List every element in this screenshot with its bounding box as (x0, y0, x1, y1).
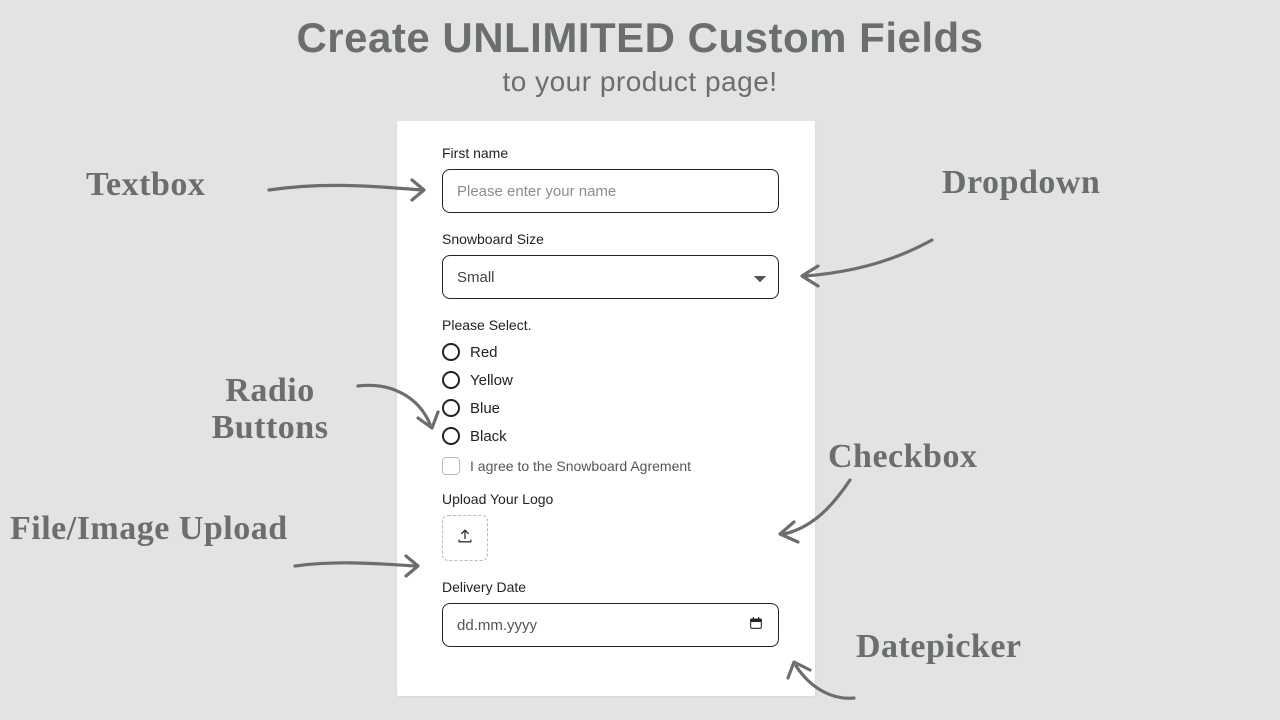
callout-upload: File/Image Upload (10, 510, 288, 547)
agreement-checkbox[interactable]: I agree to the Snowboard Agrement (442, 457, 779, 475)
date-label: Delivery Date (442, 579, 779, 595)
upload-label: Upload Your Logo (442, 491, 779, 507)
radio-label: Blue (470, 400, 500, 417)
radio-icon (442, 427, 460, 445)
radio-label: Red (470, 344, 498, 361)
radio-label: Black (470, 428, 507, 445)
radio-option-yellow[interactable]: Yellow (442, 371, 779, 389)
callout-radio: Radio Buttons (170, 372, 370, 447)
headline-title: Create UNLIMITED Custom Fields (0, 14, 1280, 62)
radio-icon (442, 343, 460, 361)
radio-option-red[interactable]: Red (442, 343, 779, 361)
callout-dropdown: Dropdown (942, 164, 1100, 202)
calendar-icon (748, 615, 764, 635)
agreement-label: I agree to the Snowboard Agrement (470, 458, 691, 474)
checkbox-icon (442, 457, 460, 475)
radio-block: Please Select. Red Yellow Blue Black (442, 317, 779, 475)
first-name-block: First name (442, 145, 779, 213)
form-card: First name Snowboard Size Small Please S… (397, 121, 815, 696)
radio-option-black[interactable]: Black (442, 427, 779, 445)
radio-option-blue[interactable]: Blue (442, 399, 779, 417)
date-block: Delivery Date dd.mm.yyyy (442, 579, 779, 647)
date-input[interactable]: dd.mm.yyyy (442, 603, 779, 647)
callout-checkbox: Checkbox (828, 438, 977, 476)
radio-group-label: Please Select. (442, 317, 779, 333)
callout-datepicker: Datepicker (856, 628, 1022, 666)
upload-block: Upload Your Logo (442, 491, 779, 561)
first-name-label: First name (442, 145, 779, 161)
upload-button[interactable] (442, 515, 488, 561)
first-name-input[interactable] (442, 169, 779, 213)
date-placeholder: dd.mm.yyyy (457, 617, 537, 634)
callout-textbox: Textbox (86, 166, 205, 204)
page-headline: Create UNLIMITED Custom Fields to your p… (0, 14, 1280, 98)
size-label: Snowboard Size (442, 231, 779, 247)
radio-icon (442, 371, 460, 389)
size-block: Snowboard Size Small (442, 231, 779, 299)
radio-icon (442, 399, 460, 417)
headline-subtitle: to your product page! (0, 66, 1280, 98)
upload-icon (455, 526, 475, 551)
size-select[interactable]: Small (442, 255, 779, 299)
radio-label: Yellow (470, 372, 513, 389)
